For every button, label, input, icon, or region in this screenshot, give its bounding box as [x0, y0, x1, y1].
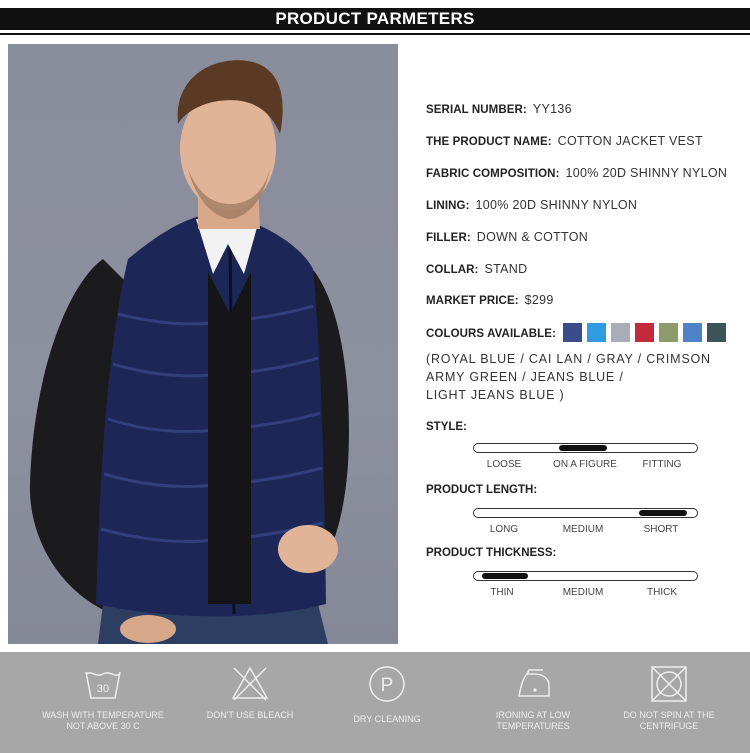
wash-temperature-badge: 30	[97, 683, 109, 695]
style-tick-fitting: FITTING	[642, 459, 682, 470]
colour-names-line-3: LIGHT JEANS BLUE )	[426, 388, 565, 402]
colour-names-line-2: ARMY GREEN / JEANS BLUE /	[426, 370, 624, 384]
dry-clean-badge: P	[381, 675, 394, 696]
serial-label: SERIAL NUMBER:	[426, 104, 527, 116]
fabric-label: FABRIC COMPOSITION:	[426, 168, 560, 180]
care-wash-line-1: WASH WITH TEMPERATURE	[42, 710, 164, 720]
care-item-iron: IRONING AT LOW TEMPERATURES	[458, 652, 608, 753]
model-wearing-vest-image	[29, 60, 349, 644]
colour-swatch-3[interactable]	[611, 323, 630, 342]
length-label: PRODUCT LENGTH:	[426, 484, 538, 496]
colour-swatch-4[interactable]	[635, 323, 654, 342]
collar-value: STAND	[484, 262, 528, 276]
care-iron-line-1: IRONING AT LOW	[495, 710, 571, 720]
fabric-value: 100% 20D SHINNY NYLON	[565, 166, 728, 180]
style-scale-track	[473, 443, 698, 453]
style-tick-loose: LOOSE	[486, 459, 522, 470]
no-bleach-icon	[231, 666, 269, 701]
length-tick-long: LONG	[489, 524, 519, 535]
product-name-value: COTTON JACKET VEST	[557, 134, 703, 148]
header-bar: PRODUCT PARMETERS	[0, 8, 750, 30]
care-item-bleach: DON'T USE BLEACH	[175, 652, 325, 753]
care-dry-clean-line-1: DRY CLEANING	[353, 714, 421, 724]
page-title: PRODUCT PARMETERS	[269, 9, 481, 28]
style-scale-indicator	[559, 445, 607, 451]
serial-value: YY136	[532, 102, 572, 116]
care-item-spin: DO NOT SPIN AT THE CENTRIFUGE	[594, 652, 744, 753]
thickness-scale-track	[473, 571, 698, 581]
care-bleach-line-1: DON'T USE BLEACH	[206, 710, 294, 720]
care-item-wash: 30 WASH WITH TEMPERATURE NOT ABOVE 30 C	[28, 652, 178, 753]
care-instructions-bar: 30 WASH WITH TEMPERATURE NOT ABOVE 30 C …	[0, 652, 750, 753]
colours-label: COLOURS AVAILABLE:	[426, 328, 556, 340]
spec-product-name: THE PRODUCT NAME: COTTON JACKET VEST	[426, 134, 703, 148]
care-spin-line-1: DO NOT SPIN AT THE	[623, 710, 715, 720]
length-tick-short: SHORT	[643, 524, 679, 535]
style-label: STYLE:	[426, 421, 467, 433]
spec-price: MARKET PRICE: $299	[426, 293, 554, 307]
spec-fabric: FABRIC COMPOSITION: 100% 20D SHINNY NYLON	[426, 166, 727, 180]
style-tick-on-a-figure: ON A FIGURE	[553, 459, 617, 470]
spec-filler: FILLER: DOWN & COTTON	[426, 230, 588, 244]
thickness-tick-medium: MEDIUM	[562, 587, 604, 598]
spec-lining: LINING: 100% 20D SHINNY NYLON	[426, 198, 637, 212]
care-iron-line-2: TEMPERATURES	[496, 721, 570, 731]
colour-swatch-7[interactable]	[707, 323, 726, 342]
length-scale-indicator	[639, 510, 687, 516]
colour-swatch-1[interactable]	[563, 323, 582, 342]
lining-value: 100% 20D SHINNY NYLON	[475, 198, 638, 212]
spec-colours: COLOURS AVAILABLE:	[426, 323, 726, 342]
filler-label: FILLER:	[426, 232, 471, 244]
colour-names-line-1: (ROYAL BLUE / CAI LAN / GRAY / CRIMSON	[426, 352, 711, 366]
care-item-dry-clean: P DRY CLEANING	[312, 652, 462, 753]
wash-30-icon: 30	[85, 671, 121, 699]
colour-swatches	[563, 323, 726, 342]
lining-label: LINING:	[426, 200, 470, 212]
thickness-tick-thick: THICK	[647, 587, 677, 598]
product-name-label: THE PRODUCT NAME:	[426, 136, 552, 148]
thickness-tick-thin: THIN	[490, 587, 514, 598]
header-divider	[0, 33, 750, 35]
dry-clean-icon: P	[369, 666, 405, 702]
collar-label: COLLAR:	[426, 264, 479, 276]
spec-collar: COLLAR: STAND	[426, 262, 527, 276]
colour-swatch-6[interactable]	[683, 323, 702, 342]
colour-swatch-5[interactable]	[659, 323, 678, 342]
price-label: MARKET PRICE:	[426, 295, 519, 307]
length-tick-medium: MEDIUM	[562, 524, 604, 535]
care-spin-line-2: CENTRIFUGE	[639, 721, 699, 731]
product-photo	[8, 44, 398, 644]
price-value: $299	[524, 293, 554, 307]
thickness-scale-indicator	[482, 573, 528, 579]
colour-names: (ROYAL BLUE / CAI LAN / GRAY / CRIMSON A…	[426, 350, 746, 404]
spec-serial: SERIAL NUMBER: YY136	[426, 102, 572, 116]
filler-value: DOWN & COTTON	[476, 230, 589, 244]
care-wash-line-2: NOT ABOVE 30 C	[66, 721, 140, 731]
colour-swatch-2[interactable]	[587, 323, 606, 342]
length-scale-track	[473, 508, 698, 518]
iron-low-icon	[518, 669, 550, 697]
no-spin-icon	[651, 666, 687, 702]
thickness-label: PRODUCT THICKNESS:	[426, 547, 557, 559]
